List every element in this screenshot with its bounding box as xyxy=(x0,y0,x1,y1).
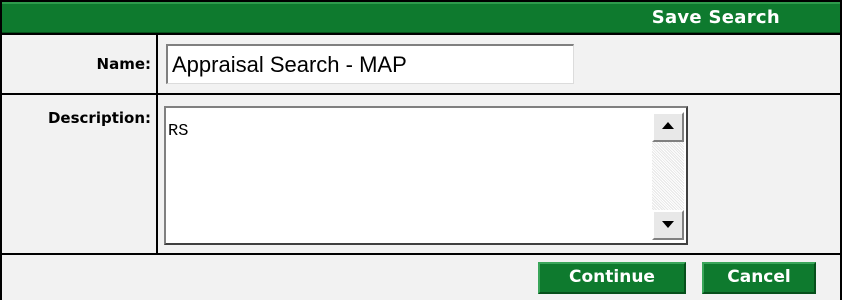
description-text: RS xyxy=(168,122,189,141)
dialog-title: Save Search xyxy=(651,7,780,28)
arrow-up-icon xyxy=(662,122,674,129)
title-bar: Save Search xyxy=(2,2,840,33)
description-label: Description: xyxy=(2,95,156,253)
name-label: Name: xyxy=(2,35,156,93)
name-input[interactable] xyxy=(166,44,574,84)
scroll-down-button[interactable] xyxy=(652,210,684,240)
cancel-button[interactable]: Cancel xyxy=(702,262,816,294)
description-textarea[interactable] xyxy=(164,106,688,245)
arrow-down-icon xyxy=(662,221,674,228)
scroll-up-button[interactable] xyxy=(652,112,684,142)
continue-button[interactable]: Continue xyxy=(538,262,686,294)
